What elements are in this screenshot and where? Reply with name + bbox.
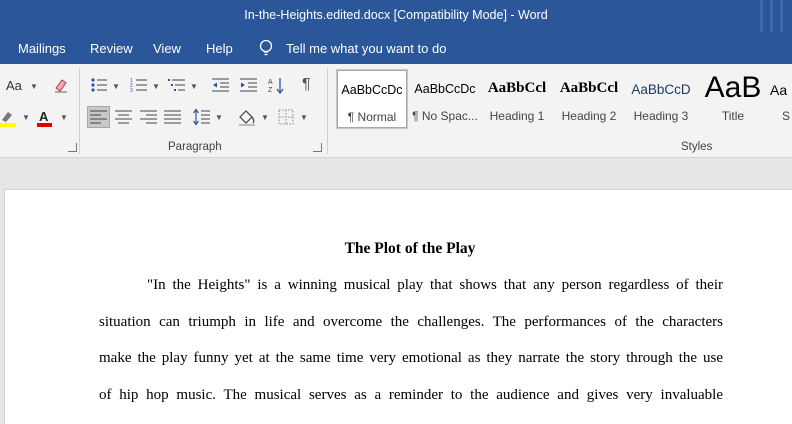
style-preview: AaBbCcl: [559, 80, 619, 96]
line-spacing-icon[interactable]: [193, 108, 211, 126]
tab-review[interactable]: Review: [90, 41, 133, 56]
tab-help[interactable]: Help: [206, 41, 233, 56]
decrease-indent-icon[interactable]: [212, 77, 230, 93]
style-heading-2[interactable]: AaBbCcl Heading 2: [554, 70, 624, 128]
style-preview: AaBbCcD: [631, 82, 691, 97]
window-title: In-the-Heights.edited.docx [Compatibilit…: [244, 8, 548, 22]
styles-group-label: Styles: [681, 141, 713, 153]
style-subtitle[interactable]: Aa S: [770, 70, 792, 128]
document-page[interactable]: The Plot of the Play "In the Heights" is…: [4, 189, 792, 424]
svg-text:A: A: [39, 109, 49, 124]
style-preview: AaB: [704, 71, 762, 104]
chevron-down-icon[interactable]: ▼: [261, 113, 269, 122]
svg-text:Z: Z: [268, 87, 273, 94]
style-preview: AaBbCcDc: [341, 83, 403, 97]
group-separator: [79, 68, 80, 154]
menu-bar: Mailings Review View Help Tell me what y…: [0, 32, 792, 64]
tell-me-search[interactable]: Tell me what you want to do: [286, 41, 446, 56]
document-canvas: [0, 158, 792, 188]
style-no-spacing[interactable]: AaBbCcDc ¶ No Spac...: [410, 70, 480, 128]
shading-icon[interactable]: [237, 108, 257, 126]
style-name: Heading 1: [489, 109, 545, 123]
chevron-down-icon[interactable]: ▼: [60, 113, 68, 122]
font-color-icon[interactable]: A: [36, 108, 54, 128]
highlight-color-icon[interactable]: [0, 108, 18, 128]
chevron-down-icon[interactable]: ▼: [300, 113, 308, 122]
bullets-icon[interactable]: [90, 77, 108, 93]
borders-icon[interactable]: [278, 109, 294, 125]
document-heading: The Plot of the Play: [344, 240, 476, 257]
chevron-down-icon[interactable]: ▼: [152, 82, 160, 91]
chevron-down-icon[interactable]: ▼: [190, 82, 198, 91]
change-case-button[interactable]: Aa: [6, 78, 22, 93]
paragraph-line: "In the Heights" is a winning musical pl…: [147, 277, 723, 293]
paragraph-line: of hip hop music. The musical serves as …: [99, 387, 723, 403]
style-name: Heading 3: [633, 109, 689, 123]
justify-icon[interactable]: [164, 110, 182, 124]
title-bar: In-the-Heights.edited.docx [Compatibilit…: [0, 0, 792, 32]
chevron-down-icon[interactable]: ▼: [22, 113, 30, 122]
style-preview: AaBbCcl: [487, 80, 547, 96]
style-name: Title: [721, 109, 745, 123]
chevron-down-icon[interactable]: ▼: [215, 113, 223, 122]
font-dialog-launcher[interactable]: [68, 143, 77, 152]
ribbon: Aa ▼ ▼ A ▼ ▼ 1 2 3 ▼ ▼ A Z ¶ ▼ ▼ ▼ Parag…: [0, 64, 792, 158]
align-left-icon[interactable]: [90, 110, 108, 124]
clear-formatting-icon[interactable]: [52, 76, 70, 94]
style-heading-1[interactable]: AaBbCcl Heading 1: [482, 70, 552, 128]
svg-text:3: 3: [130, 88, 133, 93]
style-name: ¶ No Spac...: [412, 109, 478, 123]
increase-indent-icon[interactable]: [240, 77, 258, 93]
tab-mailings[interactable]: Mailings: [18, 41, 66, 56]
group-separator: [327, 68, 328, 154]
chevron-down-icon[interactable]: ▼: [30, 82, 38, 91]
show-formatting-marks-icon[interactable]: ¶: [302, 76, 311, 94]
lightbulb-icon[interactable]: [258, 39, 274, 57]
paragraph-line: situation can triumph in life and overco…: [99, 314, 723, 330]
align-center-icon[interactable]: [115, 110, 133, 124]
window-controls[interactable]: [758, 0, 788, 32]
tab-view[interactable]: View: [153, 41, 181, 56]
style-normal[interactable]: AaBbCcDc ¶ Normal: [336, 69, 408, 129]
align-right-icon[interactable]: [140, 110, 158, 124]
paragraph-dialog-launcher[interactable]: [313, 143, 322, 152]
style-preview: Aa: [770, 82, 788, 98]
style-title[interactable]: AaB Title: [698, 70, 768, 128]
style-heading-3[interactable]: AaBbCcD Heading 3: [626, 70, 696, 128]
sort-icon[interactable]: A Z: [268, 76, 286, 94]
paragraph-line: make the play funny yet at the same time…: [99, 350, 723, 366]
svg-text:A: A: [268, 79, 273, 86]
multilevel-list-icon[interactable]: [168, 77, 186, 93]
style-name: S: [782, 109, 791, 123]
style-preview: AaBbCcDc: [414, 82, 476, 96]
style-name: ¶ Normal: [347, 110, 397, 124]
chevron-down-icon[interactable]: ▼: [112, 82, 120, 91]
numbering-icon[interactable]: 1 2 3: [130, 77, 148, 93]
style-name: Heading 2: [561, 109, 617, 123]
paragraph-group-label: Paragraph: [168, 141, 222, 153]
